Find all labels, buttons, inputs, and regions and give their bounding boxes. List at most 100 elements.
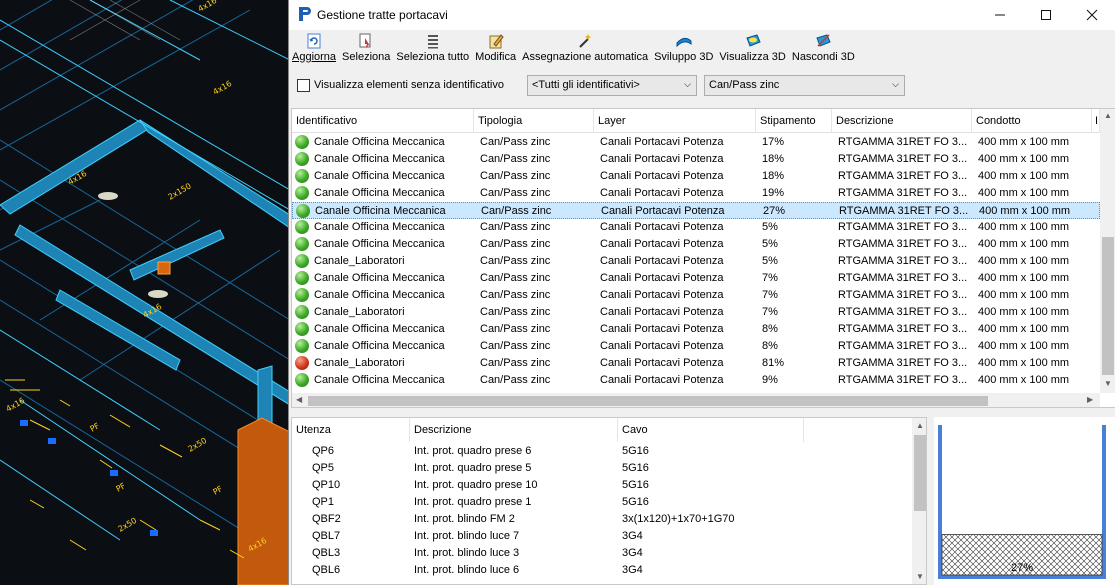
auto-assign-button[interactable]: Assegnazione automatica	[519, 30, 651, 70]
cell-cavo: 5G16	[622, 479, 649, 491]
hide-3d-button[interactable]: Nascondi 3D	[789, 30, 858, 70]
cables-grid[interactable]: Utenza Descrizione Cavo QP6 Int. prot. qu…	[291, 417, 927, 585]
table-row[interactable]: Canale Officina Meccanica Can/Pass zinc Ca…	[292, 219, 1100, 236]
table-row[interactable]: Canale_Laboratori Can/Pass zinc Canali Por…	[292, 253, 1100, 270]
table-row[interactable]: Canale Officina Meccanica Can/Pass zinc Ca…	[292, 270, 1100, 287]
column-header-utenza[interactable]: Utenza	[292, 418, 410, 442]
status-ok-icon	[295, 237, 309, 251]
close-button[interactable]	[1069, 0, 1115, 30]
cell-descrizione: RTGAMMA 31RET FO 3...	[838, 238, 968, 250]
cell-tipologia: Can/Pass zinc	[480, 187, 551, 199]
select-icon	[357, 32, 375, 50]
minimize-button[interactable]	[977, 0, 1023, 30]
cell-stipamento: 5%	[762, 221, 778, 233]
column-header-cable-descrizione[interactable]: Descrizione	[410, 418, 618, 442]
cables-vertical-scroll-thumb[interactable]	[914, 435, 926, 511]
cell-tipologia: Can/Pass zinc	[480, 221, 551, 233]
list-item[interactable]: QP10 Int. prot. quadro prese 10 5G16	[292, 477, 912, 494]
list-item[interactable]: QBL7 Int. prot. blindo luce 7 3G4	[292, 528, 912, 545]
develop-3d-button[interactable]: Sviluppo 3D	[651, 30, 716, 70]
title-bar[interactable]: Gestione tratte portacavi	[289, 0, 1115, 30]
cell-id: Canale Officina Meccanica	[314, 289, 445, 301]
table-row[interactable]: Canale Officina Meccanica Can/Pass zinc Ca…	[292, 236, 1100, 253]
column-header-descrizione[interactable]: Descrizione	[832, 109, 972, 133]
column-header-more[interactable]: I	[1092, 109, 1100, 133]
table-row[interactable]: Canale Officina Meccanica Can/Pass zinc Ca…	[292, 134, 1100, 151]
grid-horizontal-scroll-thumb[interactable]	[308, 396, 988, 406]
table-row[interactable]: Canale Officina Meccanica Can/Pass zinc Ca…	[292, 168, 1100, 185]
select-button[interactable]: Seleziona	[339, 30, 393, 70]
cell-condotto: 400 mm x 100 mm	[978, 272, 1070, 284]
table-row[interactable]: Canale Officina Meccanica Can/Pass zinc Ca…	[292, 185, 1100, 202]
table-row[interactable]: Canale Officina Meccanica Can/Pass zinc Ca…	[292, 372, 1100, 389]
list-item[interactable]: QBF2 Int. prot. blindo FM 2 3x(1x120)+1x70…	[292, 511, 912, 528]
cables-vertical-scrollbar[interactable]: ▲ ▼	[912, 418, 926, 584]
table-row[interactable]: Canale_Laboratori Can/Pass zinc Canali Por…	[292, 304, 1100, 321]
edit-button[interactable]: Modifica	[472, 30, 519, 70]
cell-id: Canale Officina Meccanica	[314, 187, 445, 199]
scroll-down-icon[interactable]: ▼	[916, 572, 924, 581]
cell-tipologia: Can/Pass zinc	[480, 238, 551, 250]
table-row[interactable]: Canale Officina Meccanica Can/Pass zinc Ca…	[292, 151, 1100, 168]
hide-3d-icon	[814, 32, 832, 50]
cell-stipamento: 8%	[762, 323, 778, 335]
typology-select[interactable]: Can/Pass zinc ⌵	[704, 75, 905, 96]
scroll-up-icon[interactable]: ▲	[916, 421, 924, 430]
status-ok-icon	[295, 339, 309, 353]
scroll-up-icon[interactable]: ▲	[1104, 111, 1112, 120]
view-3d-icon	[744, 32, 762, 50]
cell-layer: Canali Portacavi Potenza	[600, 289, 724, 301]
cell-descrizione: RTGAMMA 31RET FO 3...	[838, 374, 968, 386]
refresh-button[interactable]: Aggiorna	[289, 30, 339, 70]
cad-label: PF	[89, 421, 102, 434]
cell-tipologia: Can/Pass zinc	[480, 272, 551, 284]
column-header-stipamento[interactable]: Stipamento	[756, 109, 832, 133]
fill-percentage-label: 27%	[1011, 562, 1033, 574]
cell-condotto: 400 mm x 100 mm	[978, 374, 1070, 386]
cell-descrizione: RTGAMMA 31RET FO 3...	[838, 272, 968, 284]
table-row[interactable]: Canale Officina Meccanica Can/Pass zinc Ca…	[292, 287, 1100, 304]
column-header-identificativo[interactable]: Identificativo	[292, 109, 474, 133]
show-unidentified-label[interactable]: Visualizza elementi senza identificativo	[314, 79, 504, 91]
maximize-button[interactable]	[1023, 0, 1069, 30]
table-row[interactable]: Canale Officina Meccanica Can/Pass zinc Ca…	[292, 202, 1100, 219]
refresh-label: Aggiorna	[292, 51, 337, 63]
cell-id: Canale Officina Meccanica	[314, 153, 445, 165]
list-item[interactable]: QBL3 Int. prot. blindo luce 3 3G4	[292, 545, 912, 562]
scroll-left-icon[interactable]: ◀	[296, 395, 302, 404]
cell-layer: Canali Portacavi Potenza	[600, 340, 724, 352]
list-item[interactable]: QBL6 Int. prot. blindo luce 6 3G4	[292, 562, 912, 579]
table-row[interactable]: Canale Officina Meccanica Can/Pass zinc Ca…	[292, 321, 1100, 338]
cable-tray-grid[interactable]: Identificativo Tipologia Layer Stipament…	[291, 108, 1115, 408]
cell-descrizione: Int. prot. quadro prese 10	[414, 479, 538, 491]
cell-layer: Canali Portacavi Potenza	[600, 306, 724, 318]
identifier-select[interactable]: <Tutti gli identificativi> ⌵	[527, 75, 697, 96]
cell-stipamento: 7%	[762, 289, 778, 301]
view-3d-button[interactable]: Visualizza 3D	[716, 30, 788, 70]
table-row[interactable]: Canale Officina Meccanica Can/Pass zinc Ca…	[292, 338, 1100, 355]
column-header-layer[interactable]: Layer	[594, 109, 756, 133]
list-item[interactable]: QP5 Int. prot. quadro prese 5 5G16	[292, 460, 912, 477]
scroll-right-icon[interactable]: ▶	[1087, 395, 1093, 404]
cell-stipamento: 17%	[762, 136, 785, 148]
show-unidentified-checkbox[interactable]	[297, 79, 310, 92]
grid-horizontal-scrollbar[interactable]: ◀ ▶	[292, 393, 1100, 407]
cell-utenza: QBL6	[312, 564, 341, 576]
grid-vertical-scrollbar[interactable]: ▲ ▼	[1100, 109, 1115, 393]
cell-id: Canale Officina Meccanica	[315, 205, 446, 217]
list-item[interactable]: QP1 Int. prot. quadro prese 1 5G16	[292, 494, 912, 511]
cell-utenza: QBL3	[312, 547, 341, 559]
table-row[interactable]: Canale_Laboratori Can/Pass zinc Canali Por…	[292, 355, 1100, 372]
list-item[interactable]: QP6 Int. prot. quadro prese 6 5G16	[292, 443, 912, 460]
column-header-condotto[interactable]: Condotto	[972, 109, 1092, 133]
cell-tipologia: Can/Pass zinc	[480, 153, 551, 165]
cad-drawing-area[interactable]: 4x16 4x16 2x150 4x16 4x16 PF PF 2x50 4x1…	[0, 0, 290, 585]
column-header-tipologia[interactable]: Tipologia	[474, 109, 594, 133]
grid-vertical-scroll-thumb[interactable]	[1102, 237, 1114, 375]
select-all-button[interactable]: Seleziona tutto	[393, 30, 472, 70]
cell-tipologia: Can/Pass zinc	[480, 323, 551, 335]
column-header-cavo[interactable]: Cavo	[618, 418, 804, 442]
cell-descrizione: RTGAMMA 31RET FO 3...	[838, 170, 968, 182]
scroll-down-icon[interactable]: ▼	[1104, 379, 1112, 388]
status-ok-icon	[295, 373, 309, 387]
